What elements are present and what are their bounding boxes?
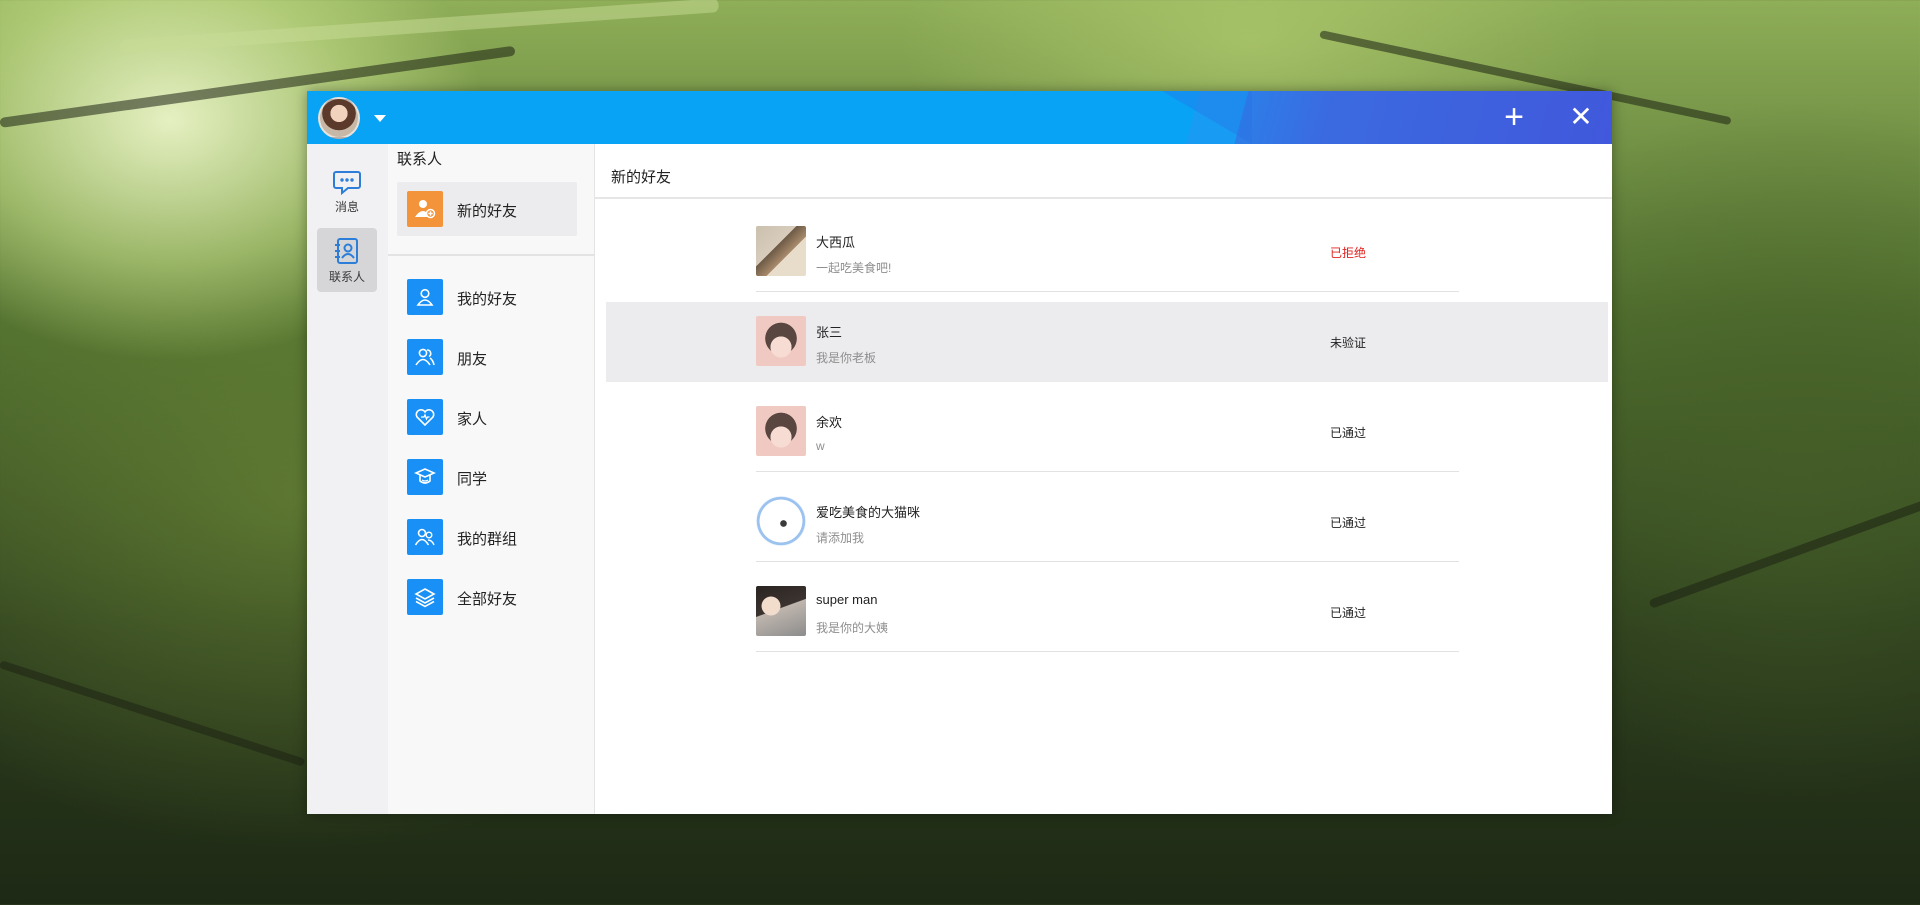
- sidebar-item-messages[interactable]: 消息: [317, 160, 377, 224]
- main-panel: 新的好友 大西瓜 一起吃美食吧! 已拒绝 张三 我是你老板 未验证 余欢 w 已…: [595, 144, 1612, 814]
- message-icon: [333, 171, 361, 196]
- status-badge: 已通过: [1330, 516, 1367, 530]
- new-friend-label: 新的好友: [457, 203, 518, 220]
- request-message: 一起吃美食吧!: [816, 261, 892, 275]
- request-row[interactable]: 张三 我是你老板 未验证: [606, 302, 1608, 382]
- friends-icon: [407, 339, 443, 375]
- sidebar-item-label: 消息: [334, 200, 359, 214]
- layers-icon: [407, 579, 443, 615]
- divider: [595, 197, 1612, 199]
- close-button[interactable]: ✕: [1564, 100, 1598, 134]
- panel-title: 联系人: [397, 151, 443, 168]
- row-divider: [756, 471, 1459, 472]
- request-row[interactable]: super man 我是你的大姨 已通过: [606, 572, 1608, 652]
- app-window: + ✕ 消息 联系人 联系人 新的好友 我的好友 朋友 家人 同学 我的群组 全…: [307, 91, 1612, 814]
- contacts-panel: 联系人 新的好友 我的好友 朋友 家人 同学 我的群组 全部好友: [388, 144, 595, 814]
- add-button[interactable]: +: [1497, 100, 1531, 134]
- background-branch: [0, 660, 306, 767]
- request-message: 我是你的大姨: [816, 621, 889, 635]
- title-bar: + ✕: [307, 91, 1612, 144]
- group-item-all-friends[interactable]: 全部好友: [397, 572, 577, 618]
- group-label: 家人: [457, 411, 488, 428]
- sidebar-item-contacts[interactable]: 联系人: [317, 228, 377, 292]
- status-badge: 已通过: [1330, 606, 1367, 620]
- caret-down-icon[interactable]: [374, 115, 386, 122]
- request-row[interactable]: 大西瓜 一起吃美食吧! 已拒绝: [606, 212, 1608, 292]
- contacts-icon: [335, 238, 358, 264]
- group-item-friends[interactable]: 朋友: [397, 332, 577, 378]
- page-title: 新的好友: [611, 169, 672, 186]
- avatar: [756, 316, 806, 366]
- request-name: 余欢: [816, 415, 843, 430]
- heart-icon: [407, 399, 443, 435]
- sidebar-item-label: 联系人: [328, 270, 365, 284]
- group-item-family[interactable]: 家人: [397, 392, 577, 438]
- request-name: super man: [816, 592, 878, 607]
- row-divider: [756, 651, 1459, 652]
- request-message: 我是你老板: [816, 351, 877, 365]
- group-label: 朋友: [457, 351, 488, 368]
- group-item-my-groups[interactable]: 我的群组: [397, 512, 577, 558]
- request-name: 张三: [816, 325, 843, 340]
- request-name: 大西瓜: [816, 235, 856, 250]
- request-message: w: [816, 439, 825, 453]
- background-branch: [119, 0, 720, 54]
- divider: [388, 254, 594, 256]
- group-icon: [407, 519, 443, 555]
- group-label: 我的群组: [457, 531, 518, 548]
- request-message: 请添加我: [816, 531, 865, 545]
- sidebar: 消息 联系人: [307, 144, 388, 814]
- row-divider: [756, 561, 1459, 562]
- group-label: 同学: [457, 471, 488, 488]
- group-label: 我的好友: [457, 291, 518, 308]
- user-avatar[interactable]: [318, 97, 360, 139]
- user-icon: [407, 279, 443, 315]
- status-badge: 已拒绝: [1330, 246, 1367, 260]
- new-friend-item[interactable]: 新的好友: [397, 182, 577, 236]
- status-badge: 未验证: [1330, 336, 1367, 350]
- avatar: [756, 406, 806, 456]
- group-label: 全部好友: [457, 591, 518, 608]
- background-branch: [1648, 497, 1920, 609]
- avatar: [756, 586, 806, 636]
- title-decoration: [1162, 91, 1252, 144]
- status-badge: 已通过: [1330, 426, 1367, 440]
- avatar: [756, 496, 806, 546]
- group-item-classmates[interactable]: 同学: [397, 452, 577, 498]
- request-row[interactable]: 余欢 w 已通过: [606, 392, 1608, 472]
- graduation-cap-icon: [407, 459, 443, 495]
- group-item-my-friends[interactable]: 我的好友: [397, 272, 577, 318]
- request-name: 爱吃美食的大猫咪: [816, 505, 921, 520]
- avatar: [756, 226, 806, 276]
- request-row[interactable]: 爱吃美食的大猫咪 请添加我 已通过: [606, 482, 1608, 562]
- add-user-icon: [407, 191, 443, 227]
- row-divider: [756, 291, 1459, 292]
